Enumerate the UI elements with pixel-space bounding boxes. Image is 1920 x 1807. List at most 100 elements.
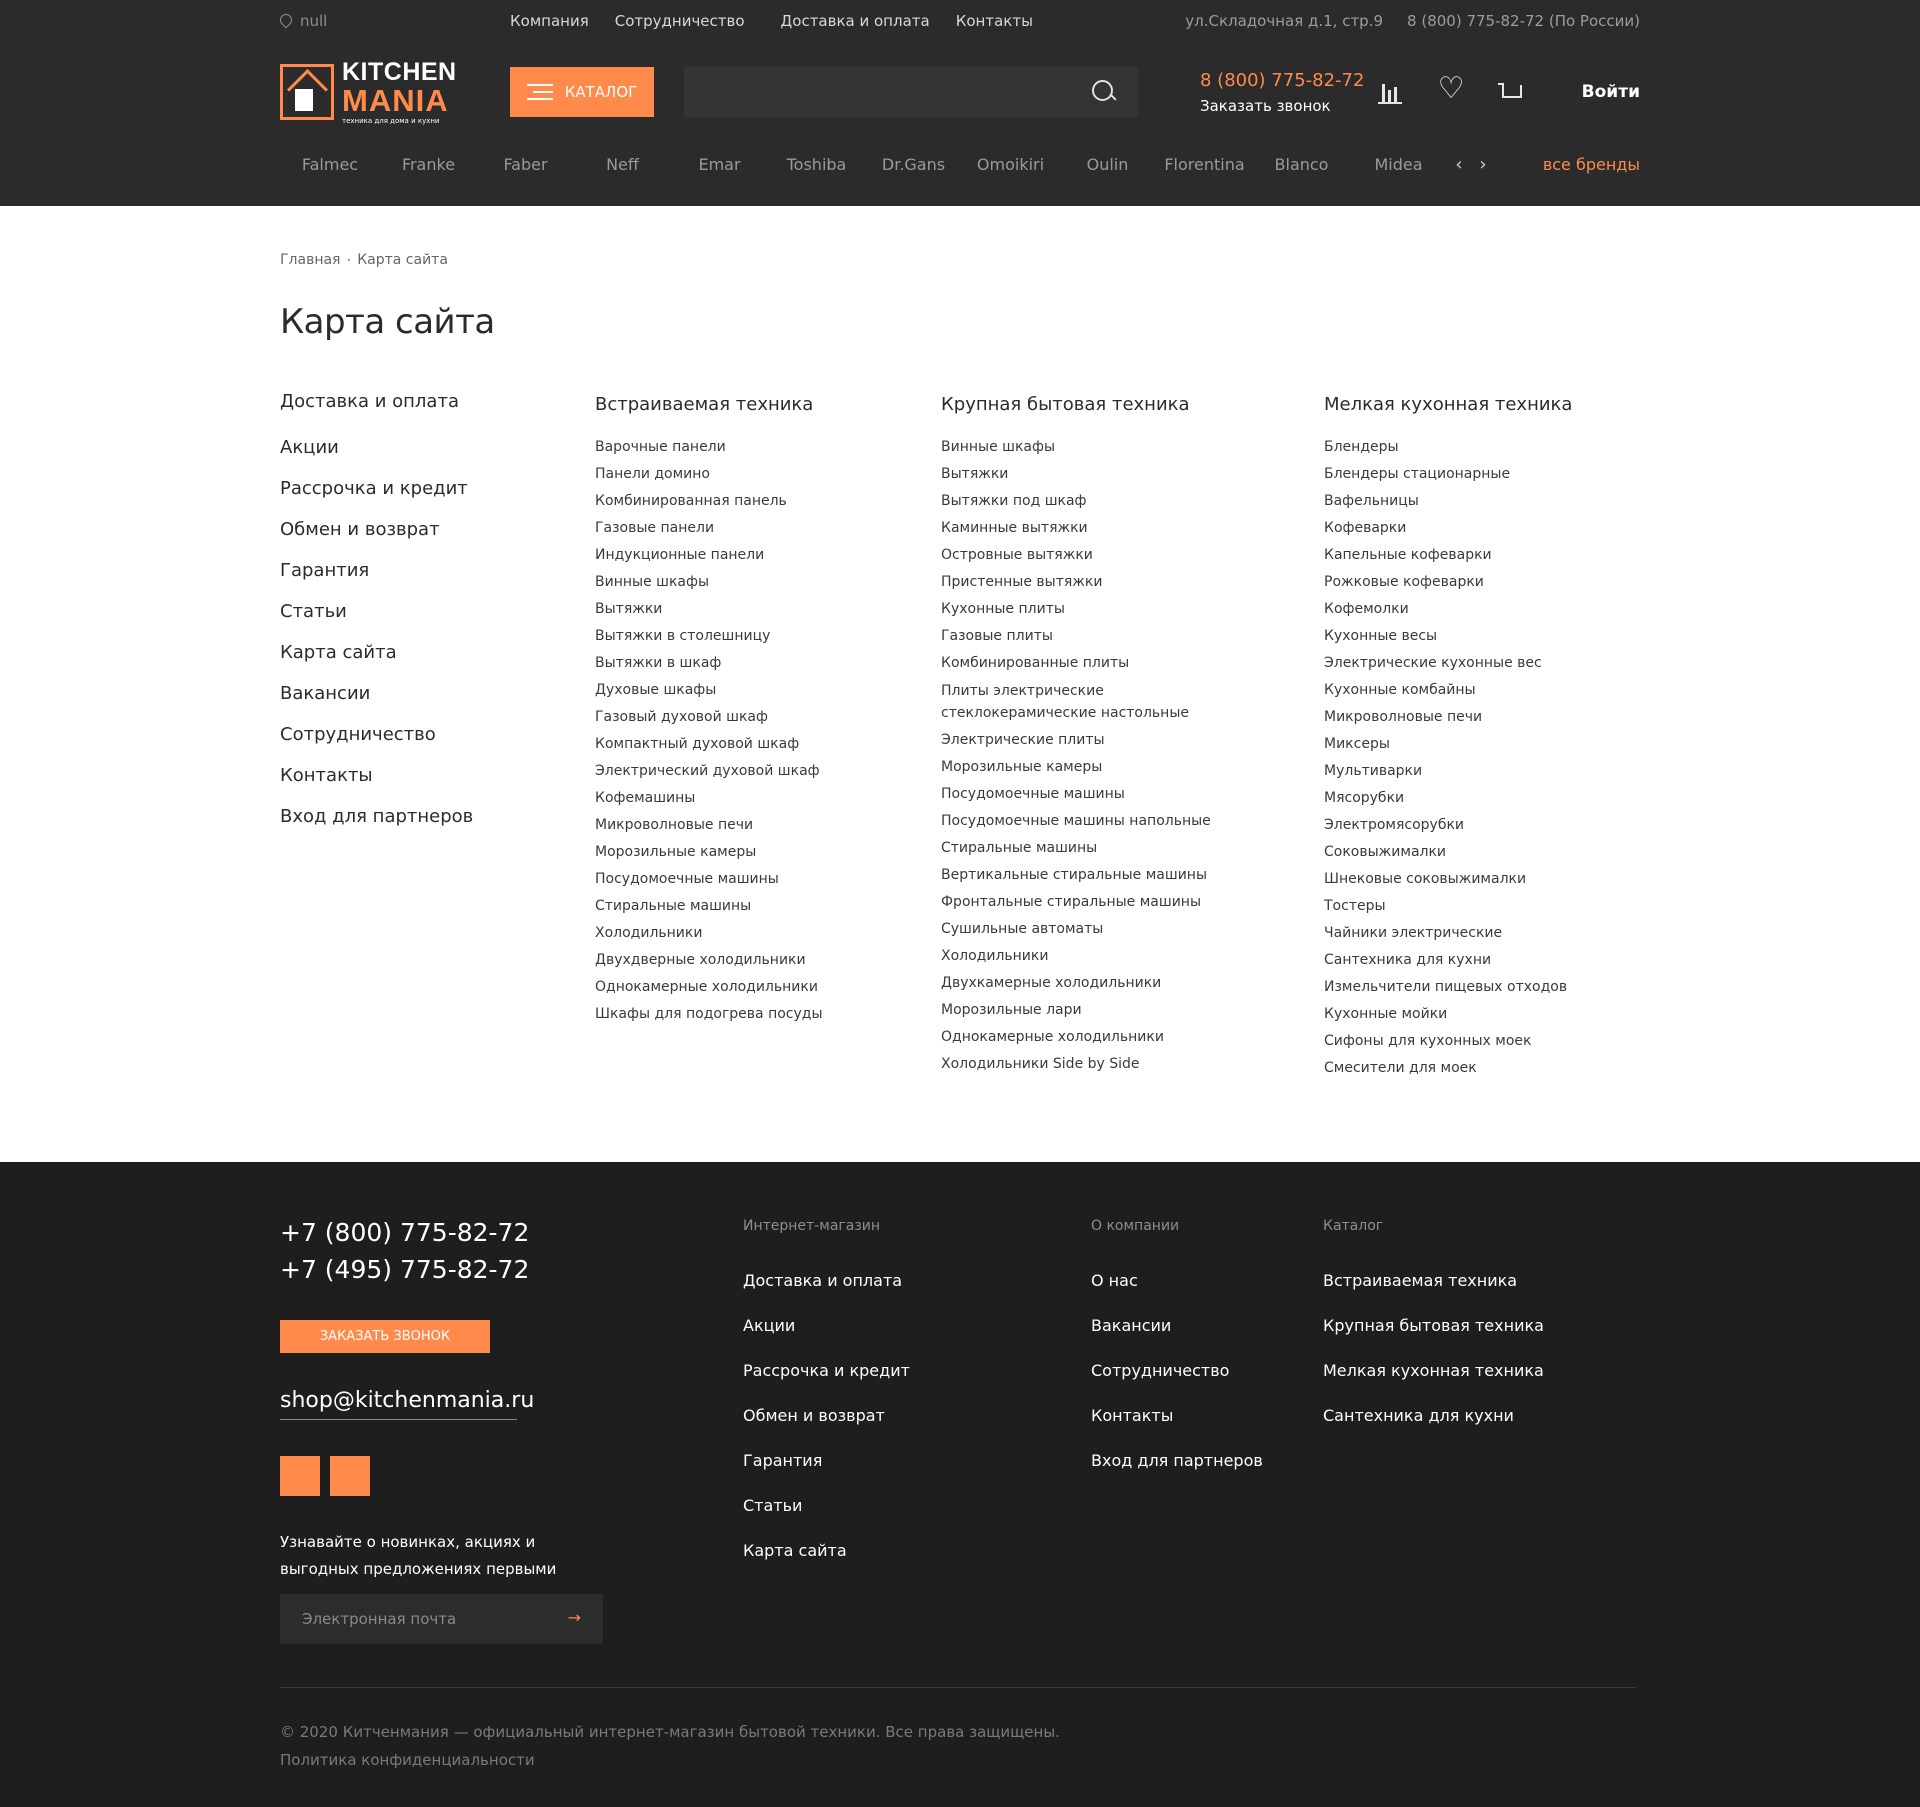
sitemap-category-link[interactable]: Тостеры [1324, 893, 1572, 920]
sitemap-main-link[interactable]: Вход для партнеров [280, 796, 473, 837]
sitemap-column-title[interactable]: Крупная бытовая техника [941, 386, 1261, 434]
top-nav-company[interactable]: Компания [510, 12, 589, 30]
catalog-button[interactable]: КАТАЛОГ [510, 67, 654, 117]
footer-link[interactable]: Контакты [1091, 1393, 1263, 1438]
all-brands-link[interactable]: все бренды [1543, 155, 1640, 174]
sitemap-category-link[interactable]: Однокамерные холодильники [595, 974, 823, 1001]
sitemap-category-link[interactable]: Кухонные весы [1324, 623, 1572, 650]
footer-link[interactable]: Вакансии [1091, 1303, 1263, 1348]
sitemap-category-link[interactable]: Блендеры стационарные [1324, 461, 1572, 488]
top-nav-contacts[interactable]: Контакты [956, 12, 1033, 30]
sitemap-category-link[interactable]: Капельные кофеварки [1324, 542, 1572, 569]
sitemap-category-link[interactable]: Вытяжки [595, 596, 823, 623]
sitemap-main-link[interactable]: Карта сайта [280, 632, 473, 673]
location-selector[interactable]: null [280, 12, 510, 30]
sitemap-main-link[interactable]: Сотрудничество [280, 714, 473, 755]
brand-link[interactable]: Oulin [1059, 155, 1156, 174]
sitemap-category-link[interactable]: Компактный духовой шкаф [595, 731, 823, 758]
sitemap-category-link[interactable]: Вертикальные стиральные машины [941, 862, 1261, 889]
brand-link[interactable]: Midea [1350, 155, 1447, 174]
sitemap-category-link[interactable]: Газовый духовой шкаф [595, 704, 823, 731]
top-nav-cooperation[interactable]: Сотрудничество [615, 12, 745, 30]
sitemap-category-link[interactable]: Вафельницы [1324, 488, 1572, 515]
sitemap-category-link[interactable]: Шкафы для подогрева посуды [595, 1001, 823, 1028]
sitemap-column-title[interactable]: Встраиваемая техника [595, 386, 823, 434]
sitemap-category-link[interactable]: Каминные вытяжки [941, 515, 1261, 542]
sitemap-category-link[interactable]: Кофемолки [1324, 596, 1572, 623]
site-logo[interactable]: KITCHEN MANIA техника для дома и кухни [280, 59, 510, 125]
cart-icon[interactable] [1497, 80, 1522, 104]
brand-link[interactable]: Faber [477, 155, 574, 174]
sitemap-category-link[interactable]: Газовые плиты [941, 623, 1261, 650]
brand-link[interactable]: Dr.Gans [865, 155, 962, 174]
sitemap-category-link[interactable]: Смесители для моек [1324, 1055, 1572, 1082]
sitemap-category-link[interactable]: Электрические кухонные вес [1324, 650, 1572, 677]
sitemap-category-link[interactable]: Электрический духовой шкаф [595, 758, 823, 785]
sitemap-category-link[interactable]: Измельчители пищевых отходов [1324, 974, 1572, 1001]
compare-icon[interactable] [1377, 80, 1402, 104]
footer-link[interactable]: Рассрочка и кредит [743, 1348, 910, 1393]
sitemap-category-link[interactable]: Сифоны для кухонных моек [1324, 1028, 1572, 1055]
newsletter-email-input[interactable] [280, 1594, 603, 1644]
sitemap-category-link[interactable]: Рожковые кофеварки [1324, 569, 1572, 596]
sitemap-category-link[interactable]: Панели домино [595, 461, 823, 488]
brand-link[interactable]: Blanco [1253, 155, 1350, 174]
footer-phone[interactable]: +7 (495) 775-82-72 [280, 1255, 529, 1284]
social-icon[interactable] [280, 1456, 320, 1496]
footer-link[interactable]: Акции [743, 1303, 910, 1348]
sitemap-main-link[interactable]: Контакты [280, 755, 473, 796]
brand-link[interactable]: Emar [671, 155, 768, 174]
brand-link[interactable]: Florentina [1156, 155, 1253, 174]
sitemap-category-link[interactable]: Комбинированная панель [595, 488, 823, 515]
sitemap-category-link[interactable]: Сантехника для кухни [1324, 947, 1572, 974]
sitemap-category-link[interactable]: Холодильники [595, 920, 823, 947]
footer-link[interactable]: Гарантия [743, 1438, 910, 1483]
sitemap-category-link[interactable]: Холодильники [941, 943, 1261, 970]
sitemap-category-link[interactable]: Электрические плиты [941, 727, 1261, 754]
sitemap-main-link[interactable]: Обмен и возврат [280, 509, 473, 550]
footer-link[interactable]: Крупная бытовая техника [1323, 1303, 1544, 1348]
top-phone[interactable]: 8 (800) 775-82-72 (По России) [1407, 12, 1640, 30]
heart-icon[interactable] [1438, 74, 1465, 104]
sitemap-category-link[interactable]: Духовые шкафы [595, 677, 823, 704]
sitemap-category-link[interactable]: Вытяжки под шкаф [941, 488, 1261, 515]
sitemap-main-link[interactable]: Гарантия [280, 550, 473, 591]
header-phone[interactable]: 8 (800) 775-82-72 [1200, 70, 1364, 91]
footer-link[interactable]: Мелкая кухонная техника [1323, 1348, 1544, 1393]
sitemap-category-link[interactable]: Газовые панели [595, 515, 823, 542]
sitemap-main-link[interactable]: Рассрочка и кредит [280, 468, 473, 509]
sitemap-category-link[interactable]: Мультиварки [1324, 758, 1572, 785]
sitemap-category-link[interactable]: Стиральные машины [941, 835, 1261, 862]
sitemap-category-link[interactable]: Стиральные машины [595, 893, 823, 920]
footer-phone[interactable]: +7 (800) 775-82-72 [280, 1218, 529, 1247]
sitemap-main-link[interactable]: Статьи [280, 591, 473, 632]
sitemap-category-link[interactable]: Кухонные комбайны [1324, 677, 1572, 704]
sitemap-category-link[interactable]: Электромясорубки [1324, 812, 1572, 839]
sitemap-category-link[interactable]: Морозильные лари [941, 997, 1261, 1024]
social-icon[interactable] [330, 1456, 370, 1496]
sitemap-category-link[interactable]: Миксеры [1324, 731, 1572, 758]
privacy-policy-link[interactable]: Политика конфиденциальности [280, 1751, 535, 1769]
sitemap-category-link[interactable]: Морозильные камеры [595, 839, 823, 866]
sitemap-category-link[interactable]: Вытяжки в шкаф [595, 650, 823, 677]
footer-link[interactable]: О нас [1091, 1258, 1263, 1303]
search-icon[interactable] [1092, 80, 1116, 104]
sitemap-category-link[interactable]: Плиты электрические стеклокерамические н… [941, 677, 1261, 727]
sitemap-main-link[interactable]: Акции [280, 427, 473, 468]
sitemap-category-link[interactable]: Винные шкафы [941, 434, 1261, 461]
brand-link[interactable]: Falmec [280, 155, 380, 174]
footer-link[interactable]: Сотрудничество [1091, 1348, 1263, 1393]
sitemap-category-link[interactable]: Кухонные плиты [941, 596, 1261, 623]
sitemap-category-link[interactable]: Пристенные вытяжки [941, 569, 1261, 596]
footer-link[interactable]: Статьи [743, 1483, 910, 1528]
footer-callback-button[interactable]: ЗАКАЗАТЬ ЗВОНОК [280, 1320, 490, 1353]
sitemap-category-link[interactable]: Посудомоечные машины напольные [941, 808, 1261, 835]
top-nav-delivery[interactable]: Доставка и оплата [781, 12, 930, 30]
sitemap-category-link[interactable]: Холодильники Side by Side [941, 1051, 1261, 1078]
sitemap-category-link[interactable]: Комбинированные плиты [941, 650, 1261, 677]
footer-link[interactable]: Обмен и возврат [743, 1393, 910, 1438]
arrow-right-icon[interactable]: → [568, 1608, 581, 1627]
sitemap-category-link[interactable]: Шнековые соковыжималки [1324, 866, 1572, 893]
sitemap-category-link[interactable]: Сушильные автоматы [941, 916, 1261, 943]
sitemap-category-link[interactable]: Индукционные панели [595, 542, 823, 569]
